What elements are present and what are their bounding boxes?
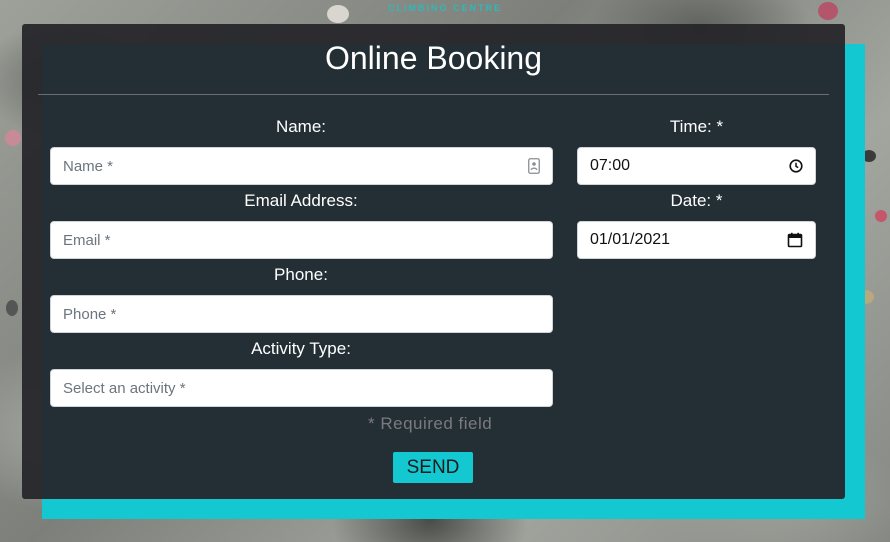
climbing-hold: [5, 130, 21, 146]
activity-label: Activity Type:: [251, 339, 351, 358]
time-input[interactable]: 07:00: [577, 147, 816, 185]
climbing-hold: [6, 300, 18, 316]
name-placeholder: Name *: [63, 157, 114, 175]
form-title: Online Booking: [324, 40, 543, 76]
title-divider: [38, 94, 829, 95]
phone-label: Phone:: [274, 265, 328, 284]
email-label: Email Address:: [244, 191, 358, 210]
calendar-icon[interactable]: [787, 232, 803, 248]
phone-placeholder: Phone *: [63, 305, 117, 323]
name-label: Name:: [275, 117, 327, 136]
name-input[interactable]: Name *: [50, 147, 553, 185]
date-value: 01/01/2021: [590, 231, 671, 248]
send-button[interactable]: SEND: [393, 452, 473, 483]
time-value: 07:00: [590, 157, 631, 174]
booking-form: Online Booking Name: Name * Email Addres…: [22, 24, 845, 499]
email-placeholder: Email *: [63, 231, 111, 249]
clock-icon[interactable]: [789, 159, 803, 173]
activity-select[interactable]: Select an activity *: [50, 369, 553, 407]
climbing-hold: [875, 210, 887, 222]
brand-logo-text: CLIMBING CENTRE: [388, 3, 502, 13]
contact-card-icon[interactable]: [528, 158, 540, 174]
date-label: Date: *: [670, 191, 723, 210]
required-field-note: * Required field: [368, 414, 493, 433]
time-label: Time: *: [669, 117, 724, 136]
date-input[interactable]: 01/01/2021: [577, 221, 816, 259]
activity-placeholder: Select an activity *: [63, 379, 186, 397]
phone-input[interactable]: Phone *: [50, 295, 553, 333]
email-input[interactable]: Email *: [50, 221, 553, 259]
